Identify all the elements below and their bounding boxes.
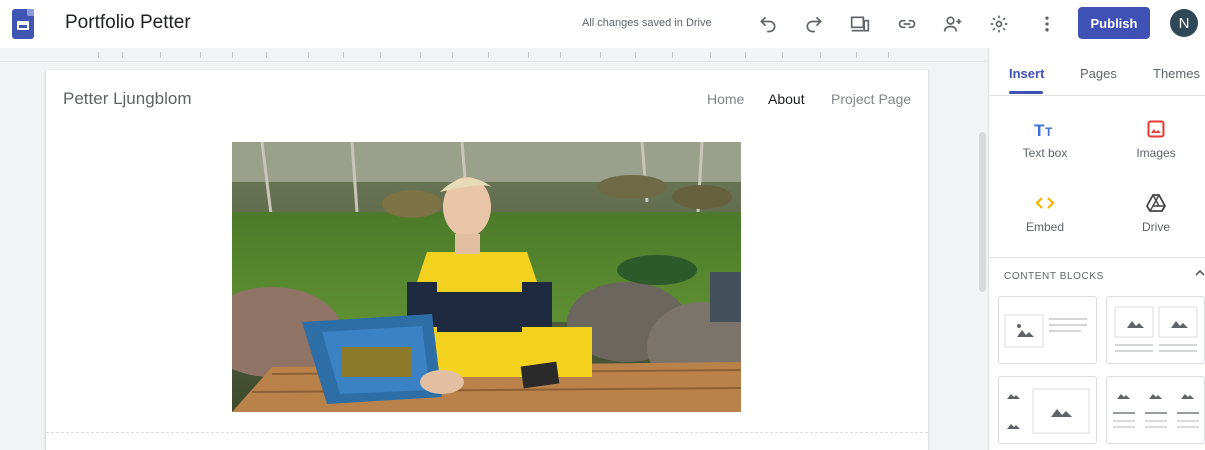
content-block-image-grid[interactable] <box>998 376 1097 444</box>
site-owner-name[interactable]: Petter Ljungblom <box>63 89 192 109</box>
redo-icon[interactable] <box>801 11 827 37</box>
text-box-icon: TT <box>995 116 1095 142</box>
tab-themes[interactable]: Themes <box>1153 66 1200 81</box>
embed-label: Embed <box>1025 220 1065 234</box>
insert-panel: Insert Pages Themes TT Text box Images E… <box>988 48 1205 450</box>
settings-icon[interactable] <box>986 11 1012 37</box>
content-block-image-text[interactable] <box>998 296 1097 364</box>
preview-icon[interactable] <box>847 11 873 37</box>
insert-embed[interactable]: Embed <box>995 190 1095 246</box>
chevron-up-icon[interactable] <box>1193 266 1205 280</box>
share-icon[interactable] <box>940 11 966 37</box>
ruler <box>0 48 988 62</box>
top-bar: Portfolio Petter All changes saved in Dr… <box>0 0 1205 48</box>
insert-images[interactable]: Images <box>1106 116 1205 172</box>
content-blocks-title: CONTENT BLOCKS <box>1004 271 1104 282</box>
save-status: All changes saved in Drive <box>582 17 712 29</box>
insert-text-box[interactable]: TT Text box <box>995 116 1095 172</box>
nav-about[interactable]: About <box>768 91 805 107</box>
svg-text:T: T <box>1045 125 1053 138</box>
drive-label: Drive <box>1141 220 1170 234</box>
sites-logo-icon[interactable] <box>12 9 34 39</box>
more-icon[interactable] <box>1034 11 1060 37</box>
publish-button[interactable]: Publish <box>1078 7 1150 39</box>
images-label: Images <box>1136 146 1176 160</box>
undo-icon[interactable] <box>755 11 781 37</box>
content-block-three-images[interactable] <box>1106 376 1205 444</box>
insert-drive[interactable]: Drive <box>1106 190 1205 246</box>
editor-canvas[interactable]: Petter Ljungblom Home About Project Page <box>0 62 988 450</box>
drive-icon <box>1106 190 1205 216</box>
section-divider <box>46 432 928 433</box>
nav-project-page[interactable]: Project Page <box>831 91 911 107</box>
nav-home[interactable]: Home <box>707 91 744 107</box>
image-icon <box>1106 116 1205 142</box>
content-block-two-images[interactable] <box>1106 296 1205 364</box>
canvas-scrollbar[interactable] <box>979 132 986 292</box>
site-page[interactable]: Petter Ljungblom Home About Project Page <box>46 70 928 450</box>
text-box-label: Text box <box>1022 146 1068 160</box>
active-tab-indicator <box>1009 91 1043 94</box>
tab-insert[interactable]: Insert <box>1009 66 1044 81</box>
hero-image[interactable] <box>232 142 741 412</box>
svg-text:T: T <box>1034 121 1045 138</box>
account-avatar[interactable]: N <box>1170 9 1198 37</box>
link-icon[interactable] <box>894 11 920 37</box>
site-title[interactable]: Portfolio Petter <box>65 12 191 34</box>
tab-pages[interactable]: Pages <box>1080 66 1117 81</box>
embed-icon <box>995 190 1095 216</box>
